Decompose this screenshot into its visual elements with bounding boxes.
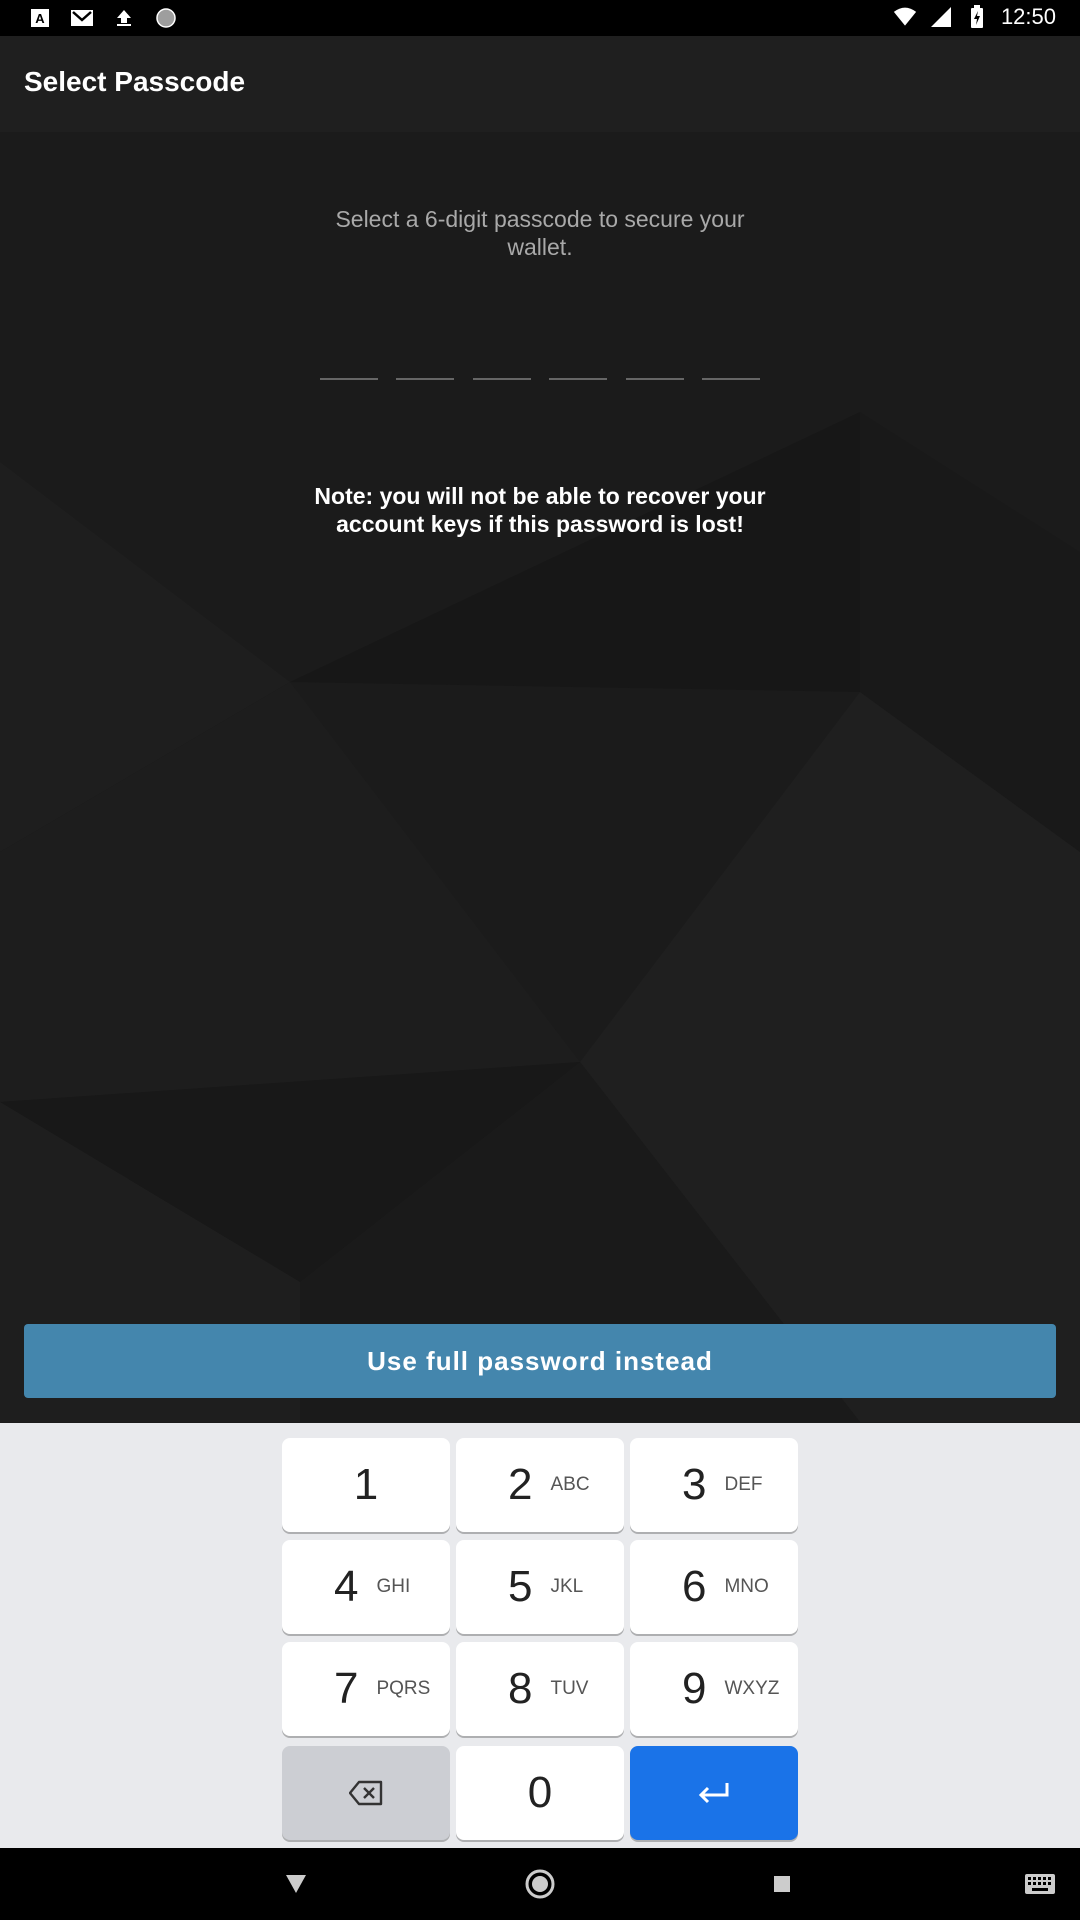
battery-icon xyxy=(965,5,989,29)
status-bar: A 12:50 xyxy=(0,0,1080,36)
status-left-icons: A xyxy=(28,6,178,30)
app-bar: Select Passcode xyxy=(0,36,1080,132)
passcode-slot[interactable] xyxy=(396,342,455,380)
passcode-slot[interactable] xyxy=(701,342,760,380)
passcode-slot[interactable] xyxy=(320,342,378,380)
status-time: 12:50 xyxy=(1000,4,1056,29)
backspace-icon xyxy=(349,1780,383,1806)
backspace-key[interactable] xyxy=(282,1746,450,1840)
svg-text:A: A xyxy=(35,11,45,26)
font-icon: A xyxy=(28,6,52,30)
enter-icon xyxy=(698,1783,729,1804)
gmail-icon xyxy=(70,6,94,30)
passcode-slot[interactable] xyxy=(549,342,608,380)
keyboard-icon[interactable] xyxy=(1020,1864,1060,1904)
passcode-input[interactable] xyxy=(320,342,760,382)
key-0[interactable]: 0 xyxy=(456,1746,624,1840)
key-8[interactable]: 8 TUV xyxy=(456,1642,624,1736)
page-title: Select Passcode xyxy=(24,66,246,97)
key-6[interactable]: 6 MNO xyxy=(630,1540,798,1634)
key-2[interactable]: 2 ABC xyxy=(456,1438,624,1532)
passcode-slot[interactable] xyxy=(472,342,531,380)
background-pattern xyxy=(0,412,1080,1422)
instruction-text: Select a 6-digit passcode to secure your… xyxy=(335,206,745,260)
circle-icon xyxy=(154,6,178,30)
key-9[interactable]: 9 WXYZ xyxy=(630,1642,798,1736)
enter-key[interactable] xyxy=(630,1746,798,1840)
navigation-bar xyxy=(0,1848,1080,1920)
key-7[interactable]: 7 PQRS xyxy=(282,1642,450,1736)
numeric-keyboard: 1 2 ABC 3 DEF 4 GHI 5 JKL 6 MNO 7 PQRS 8… xyxy=(0,1423,1080,1848)
status-right-icons: 12:50 xyxy=(893,4,1056,30)
passcode-slot[interactable] xyxy=(625,342,684,380)
content-area: Select a 6-digit passcode to secure your… xyxy=(0,132,1080,1422)
home-icon[interactable] xyxy=(520,1864,560,1904)
warning-note: Note: you will not be able to recover yo… xyxy=(314,483,766,537)
upload-icon xyxy=(112,6,136,30)
key-4[interactable]: 4 GHI xyxy=(282,1540,450,1634)
key-3[interactable]: 3 DEF xyxy=(630,1438,798,1532)
key-5[interactable]: 5 JKL xyxy=(456,1540,624,1634)
recents-icon[interactable] xyxy=(762,1864,802,1904)
use-full-password-button[interactable]: Use full password instead xyxy=(24,1324,1056,1398)
wifi-icon xyxy=(893,5,917,29)
signal-icon xyxy=(929,5,953,29)
back-icon[interactable] xyxy=(276,1864,316,1904)
key-1[interactable]: 1 xyxy=(282,1438,450,1532)
